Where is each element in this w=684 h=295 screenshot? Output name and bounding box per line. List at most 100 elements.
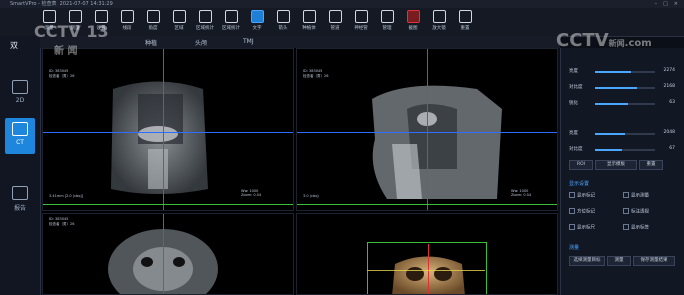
cctv-news-logo: CCTV新闻.com bbox=[556, 30, 652, 51]
measure-heading: 测量 bbox=[569, 245, 580, 251]
green-axis-line bbox=[43, 204, 293, 205]
crosshair-horizontal[interactable] bbox=[367, 270, 485, 271]
slider-fill bbox=[595, 87, 637, 89]
slider-value: 2274 bbox=[663, 68, 675, 73]
slider-label: 对比度 bbox=[569, 147, 583, 152]
close-icon[interactable]: × bbox=[674, 0, 678, 8]
tool-label: 种植体 bbox=[302, 26, 316, 31]
left-sidebar: 双 2D CT 报告 bbox=[0, 36, 41, 295]
checkbox-annotation[interactable]: 标注透视 bbox=[623, 208, 649, 215]
tab-skull[interactable]: 头颅 bbox=[195, 38, 207, 47]
text-icon bbox=[250, 10, 264, 23]
checkbox-show-measure[interactable]: 显示测量 bbox=[623, 192, 649, 199]
tool-region-stats-button[interactable]: 区域统计 bbox=[194, 10, 216, 34]
tool-record-button[interactable]: 截图 bbox=[402, 10, 424, 34]
slider-track[interactable] bbox=[595, 103, 655, 105]
cctv13-logo: CCTV 13 bbox=[34, 22, 109, 41]
tool-angle-button[interactable]: 角度 bbox=[142, 10, 164, 34]
slider-value: 2168 bbox=[663, 84, 675, 89]
crosshair-horizontal[interactable] bbox=[43, 132, 293, 133]
tool-label: 文字 bbox=[252, 26, 262, 31]
tool-label: 重置 bbox=[460, 26, 470, 31]
sagittal-view[interactable]: ID: 383045 检查者（男）26 3.0 (cbq) Ww: 1000 Z… bbox=[296, 48, 558, 211]
window-level-readout: Ww: 1000 Zoom: 0.54 bbox=[241, 189, 262, 197]
checkbox-labels[interactable]: 显示标签 bbox=[623, 224, 649, 231]
axial-ct-image bbox=[108, 229, 218, 294]
slider-track[interactable] bbox=[595, 87, 655, 89]
nerve-icon bbox=[354, 10, 368, 23]
tool-refresh-button[interactable]: 重置 bbox=[454, 10, 476, 34]
slider-value: 63 bbox=[669, 100, 675, 105]
measure-button[interactable]: 测量 bbox=[607, 256, 631, 266]
tool-area-button[interactable]: 区域 bbox=[168, 10, 190, 34]
sidebar-item-ct[interactable]: CT bbox=[5, 118, 35, 154]
coronal-view[interactable]: ID: 383045 检查者（男）26 3.41mm [2.0 (cbq)] W… bbox=[42, 48, 294, 211]
tool-implant-button[interactable]: 种植体 bbox=[298, 10, 320, 34]
tool-arrow-button[interactable]: 箭头 bbox=[272, 10, 294, 34]
refresh-icon bbox=[458, 10, 472, 23]
tool-globe-button[interactable]: 区域统计 bbox=[220, 10, 242, 34]
tool-manage-button[interactable]: 管理 bbox=[376, 10, 398, 34]
checkbox-show-markers[interactable]: 显示标记 bbox=[569, 192, 595, 199]
tab-implant[interactable]: 种植 bbox=[145, 38, 157, 47]
arrow-icon bbox=[276, 10, 290, 23]
show-template-button[interactable]: 显示模板 bbox=[595, 160, 637, 170]
logo: 双 bbox=[10, 41, 18, 50]
tool-label: 管道 bbox=[330, 26, 340, 31]
slider-row: 亮度 2274 bbox=[569, 68, 677, 76]
view-tabs: 种植 头颅 TMJ bbox=[40, 36, 560, 48]
tool-label: 区域统计 bbox=[196, 26, 214, 31]
window-level-readout: Ww: 1000 Zoom: 0.54 bbox=[511, 189, 532, 197]
slider-track[interactable] bbox=[595, 133, 655, 135]
slider-track[interactable] bbox=[595, 71, 655, 73]
slider-label: 对比度 bbox=[569, 85, 583, 90]
slider-label: 锐化 bbox=[569, 101, 578, 106]
record-icon bbox=[406, 10, 420, 23]
tool-pen-button[interactable]: 线段 bbox=[116, 10, 138, 34]
tool-nerve-button[interactable]: 神经管 bbox=[350, 10, 372, 34]
slider-row: 对比度 2168 bbox=[569, 84, 677, 92]
slider-track[interactable] bbox=[595, 149, 655, 151]
scale-readout: 3.0 (cbq) bbox=[303, 194, 319, 198]
tool-magnifier-button[interactable]: 放大镜 bbox=[428, 10, 450, 34]
slider-value: 2048 bbox=[663, 130, 675, 135]
scale-readout: 3.41mm [2.0 (cbq)] bbox=[49, 194, 84, 198]
adjustment-panel: 亮度 2274 对比度 2168 锐化 63 亮度 2048 对比度 67 ROI 显示模板 重置… bbox=[560, 48, 684, 295]
region-stats-icon bbox=[198, 10, 212, 23]
slider-fill bbox=[595, 103, 628, 105]
crosshair-vertical[interactable] bbox=[163, 49, 164, 210]
slider-label: 亮度 bbox=[569, 131, 578, 136]
sidebar-item-report[interactable]: 报告 bbox=[5, 182, 35, 218]
tool-label: 线段 bbox=[122, 26, 132, 31]
pen-icon bbox=[120, 10, 134, 23]
crosshair-vertical[interactable] bbox=[427, 49, 428, 210]
checkbox-orientation[interactable]: 方位标记 bbox=[569, 208, 595, 215]
slider-row: 锐化 63 bbox=[569, 100, 677, 108]
tool-text-button[interactable]: 文字 bbox=[246, 10, 268, 34]
globe-icon bbox=[224, 10, 238, 23]
magnifier-icon bbox=[432, 10, 446, 23]
crosshair-vertical[interactable] bbox=[163, 214, 164, 294]
report-icon bbox=[12, 186, 28, 200]
cctv13-subtitle: 新 闻 bbox=[54, 46, 78, 57]
select-target-button[interactable]: 选择测量目标 bbox=[569, 256, 605, 266]
roi-button[interactable]: ROI bbox=[569, 160, 593, 170]
slider-value: 67 bbox=[669, 146, 675, 151]
window-controls: – □ × bbox=[655, 0, 678, 8]
axial-view[interactable]: ID: 383045 检查者（男）26 bbox=[42, 213, 294, 295]
checkbox-ruler[interactable]: 显示标尺 bbox=[569, 224, 595, 231]
minimize-icon[interactable]: – bbox=[655, 0, 658, 8]
tool-tube-button[interactable]: 管道 bbox=[324, 10, 346, 34]
tool-label: 区域 bbox=[174, 26, 184, 31]
reset-button[interactable]: 重置 bbox=[639, 160, 663, 170]
slider-fill bbox=[595, 149, 622, 151]
tube-icon bbox=[328, 10, 342, 23]
sidebar-item-2d[interactable]: 2D bbox=[5, 76, 35, 112]
slider-row: 亮度 2048 bbox=[569, 130, 677, 138]
tool-label: 放大镜 bbox=[432, 26, 446, 31]
tab-tmj[interactable]: TMJ bbox=[243, 38, 254, 45]
3d-view[interactable] bbox=[296, 213, 558, 295]
maximize-icon[interactable]: □ bbox=[663, 0, 668, 8]
ct-viewer: ID: 383045 检查者（男）26 3.41mm [2.0 (cbq)] W… bbox=[42, 48, 558, 295]
save-measure-button[interactable]: 保存测量结果 bbox=[633, 256, 675, 266]
